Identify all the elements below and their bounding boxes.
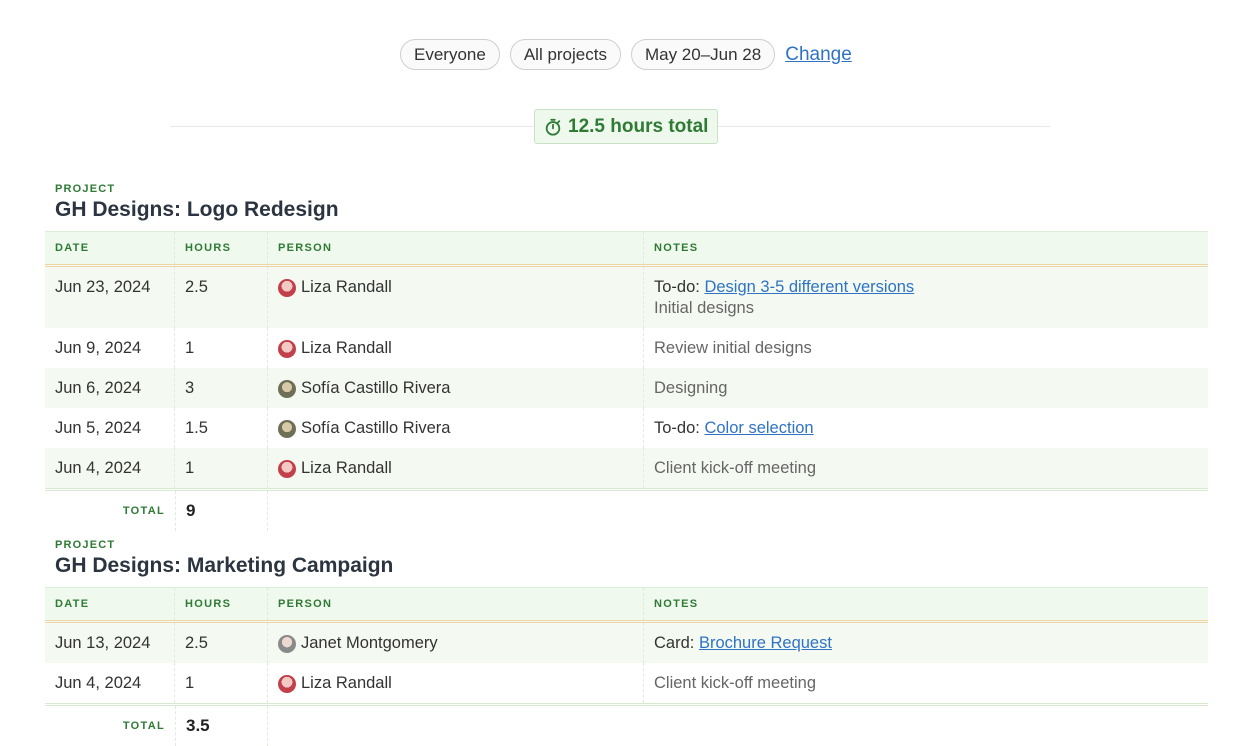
- row-notes: To-do: Design 3-5 different versions Ini…: [644, 267, 1208, 328]
- row-hours: 2.5: [175, 623, 268, 663]
- card-link[interactable]: Brochure Request: [699, 634, 832, 652]
- avatar: [278, 459, 296, 478]
- row-notes: Client kick-off meeting: [654, 459, 817, 477]
- total-label: TOTAL: [122, 505, 165, 517]
- row-notes: Card: Brochure Request: [644, 623, 1208, 663]
- column-header-person: PERSON: [268, 232, 644, 264]
- row-hours: 1.5: [175, 408, 268, 448]
- total-hours: 3.5: [175, 706, 268, 746]
- row-notes: Client kick-off meeting: [654, 674, 817, 692]
- date-range-filter[interactable]: May 20–Jun 28: [630, 39, 776, 70]
- column-header-date: DATE: [45, 232, 175, 264]
- project-title: GH Designs: Logo Redesign: [55, 198, 339, 221]
- row-person: Liza Randall: [268, 328, 644, 368]
- project-title: GH Designs: Marketing Campaign: [55, 554, 394, 577]
- person-name: Liza Randall: [301, 278, 392, 296]
- row-person: Janet Montgomery: [268, 623, 644, 663]
- column-header-notes: NOTES: [654, 242, 699, 254]
- total-hours: 9: [175, 491, 268, 531]
- avatar: [278, 278, 296, 297]
- row-person: Liza Randall: [268, 448, 644, 488]
- row-person: Liza Randall: [268, 267, 644, 328]
- row-date: Jun 4, 2024: [45, 448, 175, 488]
- column-header-hours: HOURS: [175, 232, 268, 264]
- project-label: PROJECT: [55, 539, 116, 551]
- person-name: Sofía Castillo Rivera: [301, 419, 451, 437]
- projects-filter[interactable]: All projects: [509, 39, 621, 70]
- column-header-hours: HOURS: [175, 588, 268, 620]
- column-header-date: DATE: [45, 588, 175, 620]
- row-hours: 1: [175, 328, 268, 368]
- project-section: PROJECT GH Designs: Logo Redesign DATE H…: [45, 183, 1208, 531]
- filter-bar: Everyone All projects May 20–Jun 28 Chan…: [400, 39, 852, 70]
- row-hours: 1: [175, 448, 268, 488]
- note-prefix: Card:: [654, 634, 699, 652]
- todo-link[interactable]: Design 3-5 different versions: [704, 278, 914, 296]
- avatar: [278, 419, 296, 438]
- table-header: DATE HOURS PERSON NOTES: [45, 231, 1208, 267]
- table-row: Jun 5, 2024 1.5 Sofía Castillo Rivera To…: [45, 408, 1208, 448]
- avatar: [278, 379, 296, 398]
- note-prefix: To-do:: [654, 278, 705, 296]
- row-date: Jun 9, 2024: [45, 328, 175, 368]
- person-name: Janet Montgomery: [301, 634, 438, 652]
- note-text: Initial designs: [654, 299, 754, 317]
- row-hours: 1: [175, 663, 268, 703]
- note-prefix: To-do:: [654, 419, 705, 437]
- row-date: Jun 4, 2024: [45, 663, 175, 703]
- people-filter[interactable]: Everyone: [400, 39, 500, 70]
- table-row: Jun 4, 2024 1 Liza Randall Client kick-o…: [45, 448, 1208, 488]
- row-notes: To-do: Color selection: [644, 408, 1208, 448]
- hours-total-text: 12.5 hours total: [568, 115, 709, 137]
- row-person: Sofía Castillo Rivera: [268, 408, 644, 448]
- row-date: Jun 13, 2024: [45, 623, 175, 663]
- table-row: Jun 6, 2024 3 Sofía Castillo Rivera Desi…: [45, 368, 1208, 408]
- row-person: Liza Randall: [268, 663, 644, 703]
- row-notes: Review initial designs: [654, 339, 812, 357]
- hours-total-badge: 12.5 hours total: [534, 109, 719, 144]
- todo-link[interactable]: Color selection: [704, 419, 813, 437]
- row-notes: Designing: [654, 379, 728, 397]
- table-row: Jun 23, 2024 2.5 Liza Randall To-do: Des…: [45, 267, 1208, 328]
- row-hours: 2.5: [175, 267, 268, 328]
- row-hours: 3: [175, 368, 268, 408]
- total-label: TOTAL: [122, 720, 165, 732]
- person-name: Sofía Castillo Rivera: [301, 379, 451, 397]
- column-header-person: PERSON: [268, 588, 644, 620]
- table-row: Jun 9, 2024 1 Liza Randall Review initia…: [45, 328, 1208, 368]
- avatar: [278, 634, 296, 653]
- row-date: Jun 6, 2024: [45, 368, 175, 408]
- person-name: Liza Randall: [301, 674, 392, 692]
- row-date: Jun 23, 2024: [45, 267, 175, 328]
- change-filters-link[interactable]: Change: [785, 44, 852, 66]
- avatar: [278, 339, 296, 358]
- column-header-notes: NOTES: [654, 598, 699, 610]
- avatar: [278, 674, 296, 693]
- table-footer: TOTAL 9: [45, 488, 1208, 531]
- row-date: Jun 5, 2024: [45, 408, 175, 448]
- hours-total-bar: 12.5 hours total: [170, 109, 1050, 144]
- stopwatch-icon: [545, 118, 561, 136]
- table-header: DATE HOURS PERSON NOTES: [45, 587, 1208, 623]
- person-name: Liza Randall: [301, 459, 392, 477]
- row-person: Sofía Castillo Rivera: [268, 368, 644, 408]
- project-section: PROJECT GH Designs: Marketing Campaign D…: [45, 539, 1208, 746]
- project-label: PROJECT: [55, 183, 116, 195]
- table-row: Jun 4, 2024 1 Liza Randall Client kick-o…: [45, 663, 1208, 703]
- table-footer: TOTAL 3.5: [45, 703, 1208, 746]
- table-row: Jun 13, 2024 2.5 Janet Montgomery Card: …: [45, 623, 1208, 663]
- person-name: Liza Randall: [301, 339, 392, 357]
